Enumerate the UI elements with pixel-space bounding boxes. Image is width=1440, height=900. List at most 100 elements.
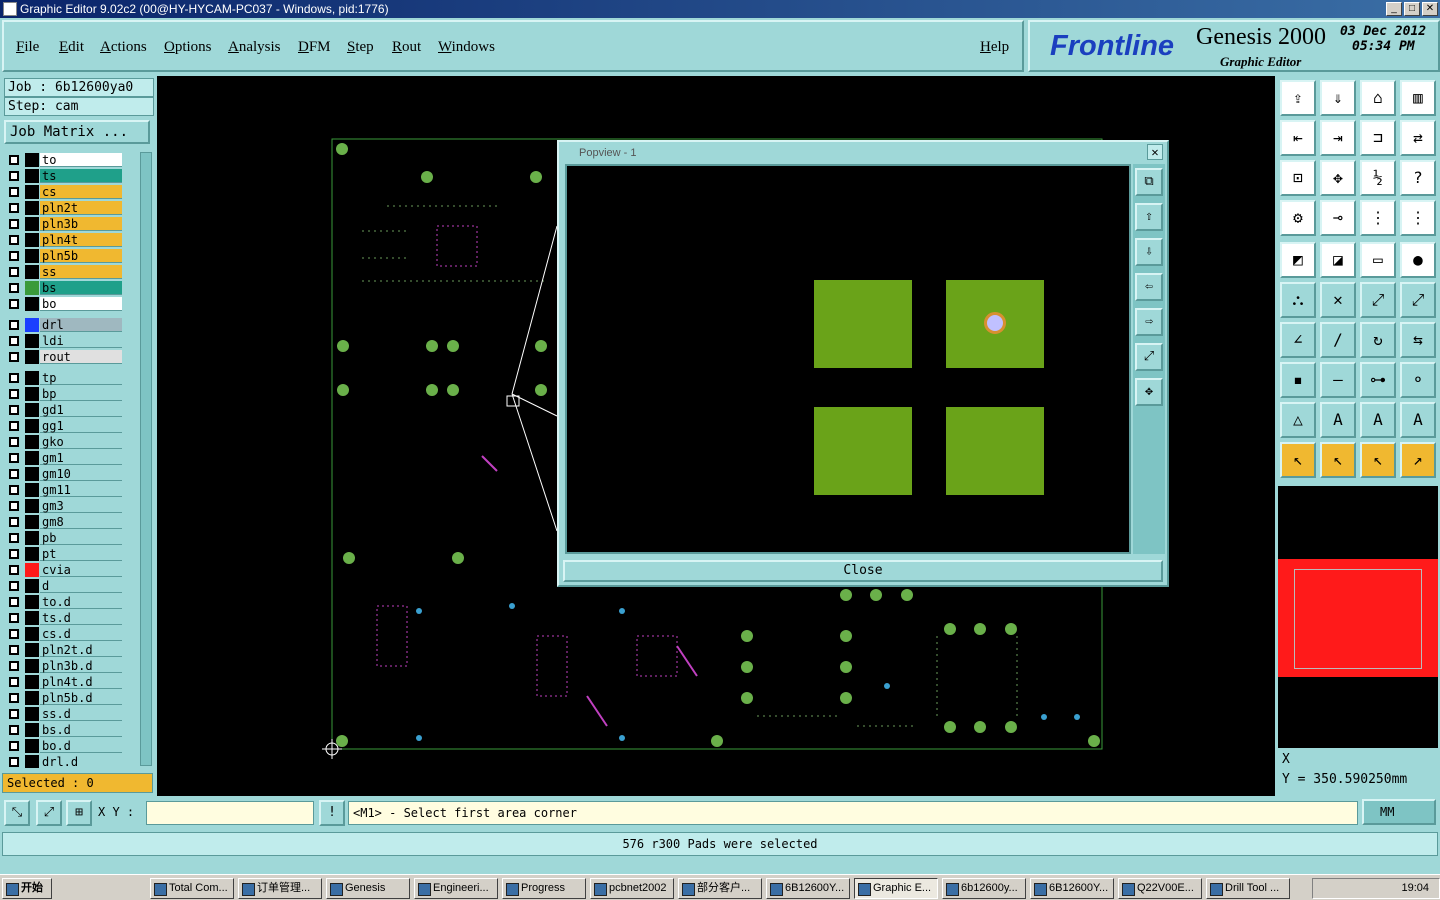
menu-file[interactable]: File — [16, 39, 39, 56]
layer-color-swatch[interactable] — [25, 169, 39, 183]
layer-name[interactable]: pln3b — [40, 217, 122, 231]
layer-color-swatch[interactable] — [25, 643, 39, 657]
layer-checkbox[interactable] — [9, 645, 19, 655]
pan-down-icon[interactable]: ⇩ — [1135, 238, 1163, 266]
layer-checkbox[interactable] — [9, 661, 19, 671]
layer-name[interactable]: gko — [40, 435, 122, 449]
layer-name[interactable]: gm3 — [40, 499, 122, 513]
layer-row[interactable]: bs — [4, 280, 124, 296]
pointer-icon[interactable]: ↖ — [1280, 442, 1316, 478]
pointer-box-icon[interactable]: ↖ — [1320, 442, 1356, 478]
layer-row[interactable]: ss — [4, 264, 124, 280]
layer-checkbox[interactable] — [9, 437, 19, 447]
layer-checkbox[interactable] — [9, 517, 19, 527]
layer-checkbox[interactable] — [9, 203, 19, 213]
filter-icon[interactable]: ⋮ — [1360, 200, 1396, 236]
layer-name[interactable]: cs — [40, 185, 122, 199]
layer-name[interactable]: pln2t.d — [40, 643, 122, 657]
mirror-icon[interactable]: ⇆ — [1400, 322, 1436, 358]
menu-edit[interactable]: Edit — [59, 39, 84, 56]
layer-name[interactable]: ss.d — [40, 707, 122, 721]
layer-color-swatch[interactable] — [25, 185, 39, 199]
layer-row[interactable]: gd1 — [4, 402, 124, 418]
layer-row[interactable]: bo.d — [4, 738, 124, 754]
taskbar-item[interactable]: 6B12600Y... — [1030, 878, 1114, 899]
export-icon[interactable]: ⇥ — [1320, 120, 1356, 156]
layer-row[interactable]: drl — [4, 317, 124, 333]
layer-checkbox[interactable] — [9, 533, 19, 543]
layer-color-swatch[interactable] — [25, 611, 39, 625]
layer-checkbox[interactable] — [9, 485, 19, 495]
layer-color-swatch[interactable] — [25, 387, 39, 401]
connect-icon[interactable]: ⤢ — [1360, 282, 1396, 318]
layer-color-swatch[interactable] — [25, 249, 39, 263]
layer-color-swatch[interactable] — [25, 723, 39, 737]
layer-row[interactable]: to — [4, 152, 124, 168]
layer-color-swatch[interactable] — [25, 281, 39, 295]
layer-row[interactable]: ts.d — [4, 610, 124, 626]
layer-row[interactable]: gg1 — [4, 418, 124, 434]
menu-actions[interactable]: Actions — [100, 39, 147, 56]
layer-checkbox[interactable] — [9, 171, 19, 181]
pad[interactable] — [946, 407, 1044, 495]
layer-checkbox[interactable] — [9, 757, 19, 767]
probe-icon[interactable]: ⊸ — [1320, 200, 1356, 236]
close-window-button[interactable]: ✕ — [1422, 2, 1438, 16]
taskbar-item[interactable]: pcbnet2002 — [590, 878, 674, 899]
layer-name[interactable]: pln4t — [40, 233, 122, 247]
layer-checkbox[interactable] — [9, 581, 19, 591]
popview-canvas[interactable] — [565, 164, 1131, 554]
layer-name[interactable]: tp — [40, 371, 122, 385]
xy-input[interactable] — [146, 801, 314, 825]
layer-name[interactable]: ts.d — [40, 611, 122, 625]
open-job-icon[interactable]: ⇪ — [1280, 80, 1316, 116]
layer-color-swatch[interactable] — [25, 579, 39, 593]
layer-color-swatch[interactable] — [25, 403, 39, 417]
layer-name[interactable]: drl — [40, 318, 122, 332]
layer-checkbox[interactable] — [9, 283, 19, 293]
layer-color-swatch[interactable] — [25, 217, 39, 231]
triangle-c-icon[interactable]: A — [1400, 402, 1436, 438]
triangle-a-icon[interactable]: A — [1320, 402, 1356, 438]
layer-name[interactable]: ss — [40, 265, 122, 279]
pointer-select-icon[interactable]: ↖ — [1360, 442, 1396, 478]
grid-icon[interactable]: ⊞ — [66, 800, 92, 826]
layer-name[interactable]: ts — [40, 169, 122, 183]
layer-checkbox[interactable] — [9, 741, 19, 751]
layer-name[interactable]: cvia — [40, 563, 122, 577]
layer-row[interactable]: gm10 — [4, 466, 124, 482]
layer-name[interactable]: pln2t — [40, 201, 122, 215]
layer-checkbox[interactable] — [9, 405, 19, 415]
layer-checkbox[interactable] — [9, 267, 19, 277]
slash-icon[interactable]: / — [1320, 322, 1356, 358]
layer-row[interactable]: cs — [4, 184, 124, 200]
job-matrix-button[interactable]: Job Matrix ... — [4, 120, 150, 144]
layer-checkbox[interactable] — [9, 501, 19, 511]
layer-name[interactable]: pln5b — [40, 249, 122, 263]
layer-checkbox[interactable] — [9, 219, 19, 229]
layer-name[interactable]: to.d — [40, 595, 122, 609]
layer-name[interactable]: bs.d — [40, 723, 122, 737]
layer-color-swatch[interactable] — [25, 531, 39, 545]
layer-name[interactable]: pln4t.d — [40, 675, 122, 689]
layer-checkbox[interactable] — [9, 469, 19, 479]
pointer-net-icon[interactable]: ↗ — [1400, 442, 1436, 478]
layer-name[interactable]: d — [40, 579, 122, 593]
layer-color-swatch[interactable] — [25, 755, 39, 768]
layer-checkbox[interactable] — [9, 155, 19, 165]
layer-checkbox[interactable] — [9, 565, 19, 575]
triangle-icon[interactable]: △ — [1280, 402, 1316, 438]
layer-checkbox[interactable] — [9, 453, 19, 463]
layer-color-swatch[interactable] — [25, 233, 39, 247]
layer-row[interactable]: pln5b — [4, 248, 124, 264]
layer-color-swatch[interactable] — [25, 350, 39, 364]
layer-color-swatch[interactable] — [25, 201, 39, 215]
layer-name[interactable]: gm8 — [40, 515, 122, 529]
filter-adjust-icon[interactable]: ⋮ — [1400, 200, 1436, 236]
layer-name[interactable]: drl.d — [40, 755, 122, 768]
taskbar-item[interactable]: Graphic E... — [854, 878, 938, 899]
layer-row[interactable]: bs.d — [4, 722, 124, 738]
layer-checkbox[interactable] — [9, 629, 19, 639]
menu-help[interactable]: Help — [980, 39, 1009, 56]
layer-row[interactable]: ldi — [4, 333, 124, 349]
